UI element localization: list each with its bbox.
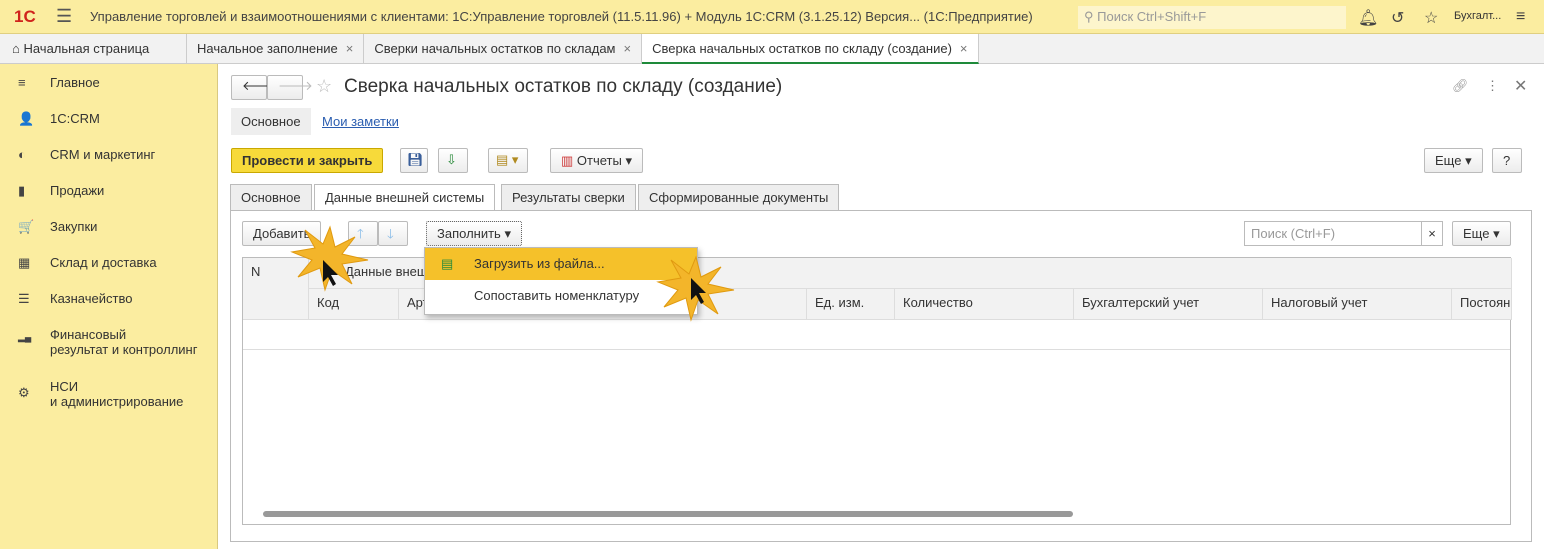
close-icon[interactable]: ×	[960, 41, 968, 56]
subtab-main[interactable]: Основное	[231, 108, 311, 135]
column-permanent[interactable]: Постоян	[1452, 289, 1512, 320]
move-down-button[interactable]: 🡓	[378, 221, 408, 246]
pie-icon: ◐	[18, 147, 26, 162]
forward-button[interactable]: 🡒	[267, 75, 313, 100]
open-windows-tabs: ⌂ Начальная страница Начальное заполнени…	[0, 34, 1544, 64]
sidebar-item-treasury[interactable]: ☰ Казначейство	[0, 280, 217, 316]
column-tax[interactable]: Налоговый учет	[1263, 289, 1452, 320]
chart-icon: ▂▄	[18, 332, 32, 342]
column-unit[interactable]: Ед. изм.	[807, 289, 895, 320]
cart-icon: 🛒	[18, 219, 35, 234]
tab-reconciliations[interactable]: Сверки начальных остатков по складам ×	[364, 34, 643, 64]
sidebar: ≡ Главное 👤 1С:CRM ◐ CRM и маркетинг ▮ Прода…	[0, 64, 218, 549]
tab-basic[interactable]: Основное	[230, 184, 312, 211]
save-button[interactable]: 💾︎	[400, 148, 428, 173]
table-more-button[interactable]: Еще ▾	[1452, 221, 1511, 246]
bag-icon: ▮	[18, 183, 26, 198]
tab-documents[interactable]: Сформированные документы	[638, 184, 840, 211]
more-vert-icon[interactable]: ⋮	[1486, 78, 1499, 94]
warehouse-icon: ▦	[18, 255, 31, 270]
title-bar: 1С ☰ Управление торговлей и взаимоотноше…	[0, 0, 1544, 34]
table-row[interactable]	[243, 320, 1510, 350]
close-icon[interactable]: ×	[623, 41, 631, 56]
horizontal-scrollbar[interactable]	[263, 511, 1073, 517]
close-icon[interactable]: ✕	[1514, 76, 1527, 96]
clear-search-button[interactable]: ×	[1421, 221, 1443, 246]
search-icon: ⚲	[1084, 9, 1098, 24]
column-code[interactable]: Код	[309, 289, 399, 320]
sidebar-item-main[interactable]: ≡ Главное	[0, 64, 217, 100]
table-load-icon: ▤	[441, 256, 454, 271]
sidebar-item-marketing[interactable]: ◐ CRM и маркетинг	[0, 136, 217, 172]
page-title: Сверка начальных остатков по складу (соз…	[344, 76, 783, 97]
history-icon[interactable]: ↺	[1391, 8, 1404, 28]
favorite-star-icon[interactable]: ☆	[316, 76, 332, 97]
click-highlight-icon	[290, 225, 369, 292]
fill-button[interactable]: Заполнить ▾	[426, 221, 522, 246]
click-highlight-icon	[656, 255, 735, 322]
coins-icon: ☰	[18, 291, 30, 306]
tab-home[interactable]: ⌂ Начальная страница	[0, 34, 187, 64]
tab-results[interactable]: Результаты сверки	[501, 184, 636, 211]
user-name[interactable]: Бухгалт...	[1454, 10, 1501, 22]
star-icon[interactable]: ☆	[1424, 8, 1438, 28]
tab-external-data[interactable]: Данные внешней системы	[314, 184, 496, 211]
column-accounting[interactable]: Бухгалтерский учет	[1074, 289, 1263, 320]
post-icon[interactable]: ⇩	[438, 148, 468, 173]
sidebar-item-sales[interactable]: ▮ Продажи	[0, 172, 217, 208]
sidebar-item-warehouse[interactable]: ▦ Склад и доставка	[0, 244, 217, 280]
link-icon[interactable]: 🔗︎	[1452, 78, 1469, 94]
back-button[interactable]: 🡐	[231, 75, 277, 100]
menu-icon[interactable]: ☰	[56, 6, 82, 27]
sidebar-item-purchases[interactable]: 🛒 Закупки	[0, 208, 217, 244]
sidebar-item-admin[interactable]: ⚙ НСИ и администрирование	[0, 368, 217, 420]
table-search-input[interactable]: Поиск (Ctrl+F)	[1244, 221, 1422, 246]
reports-button[interactable]: ▥ Отчеты ▾	[550, 148, 643, 173]
global-search-input[interactable]: ⚲ Поиск Ctrl+Shift+F	[1078, 6, 1346, 29]
help-button[interactable]: ?	[1492, 148, 1522, 173]
tab-initial-fill[interactable]: Начальное заполнение ×	[187, 34, 365, 64]
1c-logo: 1С	[14, 6, 36, 26]
sidebar-item-finance[interactable]: ▂▄ Финансовый результат и контроллинг	[0, 316, 217, 368]
form-area: 🡐 🡒 ☆ Сверка начальных остатков по склад…	[218, 64, 1544, 549]
close-icon[interactable]: ×	[346, 41, 354, 56]
create-based-on-button[interactable]: ▤ ▾	[488, 148, 528, 173]
sidebar-item-crm[interactable]: 👤 1С:CRM	[0, 100, 217, 136]
more-button[interactable]: Еще ▾	[1424, 148, 1483, 173]
user-icon: 👤	[18, 111, 35, 126]
column-qty[interactable]: Количество	[895, 289, 1074, 320]
settings-menu-icon[interactable]: ≡	[1516, 8, 1525, 26]
list-icon: ≡	[18, 75, 26, 90]
report-icon: ▥	[561, 153, 577, 168]
post-and-close-button[interactable]: Провести и закрыть	[231, 148, 384, 173]
subtab-notes[interactable]: Мои заметки	[322, 114, 399, 129]
home-icon: ⌂	[12, 41, 24, 56]
bell-icon[interactable]: 🔔︎	[1358, 8, 1378, 28]
app-title: Управление торговлей и взаимоотношениями…	[90, 9, 1033, 24]
tab-reconciliation-create[interactable]: Сверка начальных остатков по складу (соз…	[642, 34, 979, 64]
gear-icon: ⚙	[18, 385, 30, 400]
